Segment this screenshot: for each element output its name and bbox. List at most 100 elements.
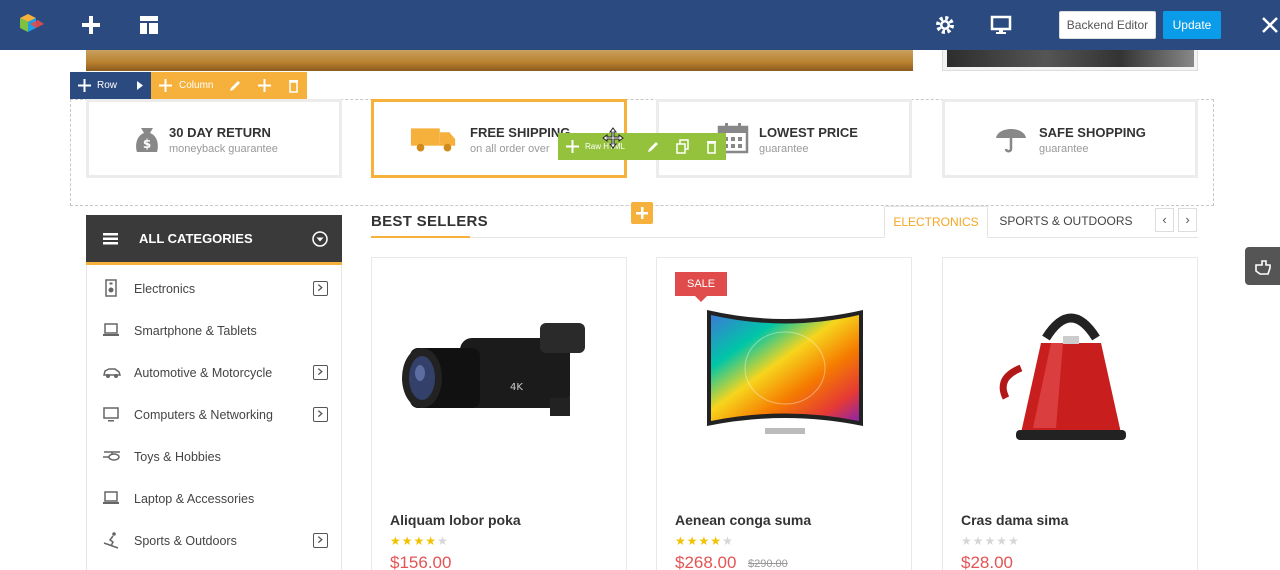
close-icon[interactable] bbox=[1259, 14, 1280, 36]
kettle-image bbox=[999, 313, 1126, 440]
feature-safe-shopping: SAFE SHOPPING guarantee bbox=[942, 99, 1198, 178]
truck-icon bbox=[410, 128, 456, 152]
product-card[interactable]: 4K Aliquam lobor poka ★★★★★ $156.00 bbox=[371, 257, 627, 570]
star-icon: ★ bbox=[698, 534, 711, 548]
category-automotive-motorcycle[interactable]: Automotive & Motorcycle bbox=[87, 351, 341, 393]
edit-pencil-icon[interactable] bbox=[228, 78, 243, 93]
category-label: Toys & Hobbies bbox=[134, 450, 221, 464]
templates-icon[interactable] bbox=[138, 14, 160, 36]
drag-cursor-icon bbox=[602, 127, 624, 149]
move-icon[interactable] bbox=[158, 78, 173, 93]
category-sports-outdoors[interactable]: Sports & Outdoors bbox=[87, 519, 341, 561]
category-label: Smartphone & Tablets bbox=[134, 324, 257, 338]
delete-trash-icon[interactable] bbox=[286, 78, 301, 93]
category-label: Laptop & Accessories bbox=[134, 492, 255, 506]
chevron-right-icon[interactable] bbox=[313, 281, 328, 296]
star-icon: ★ bbox=[1008, 534, 1020, 548]
product-name[interactable]: Aenean conga suma bbox=[675, 512, 811, 528]
product-price: $268.00 bbox=[675, 553, 737, 570]
star-icon: ★ bbox=[425, 534, 438, 548]
row-controls[interactable]: Row bbox=[70, 72, 151, 99]
star-icon: ★ bbox=[984, 534, 997, 548]
editor-toolbar: Backend Editor Update bbox=[0, 0, 1280, 50]
categories-list: Electronics Smartphone & Tablets Automot… bbox=[86, 265, 342, 570]
feature-title: FREE SHIPPING bbox=[470, 125, 571, 140]
umbrella-icon bbox=[996, 129, 1026, 153]
carousel-prev-button[interactable]: ‹ bbox=[1155, 208, 1174, 232]
chevron-right-icon[interactable] bbox=[313, 365, 328, 380]
element-controls[interactable]: Raw HTML bbox=[558, 133, 726, 160]
update-button[interactable]: Update bbox=[1163, 11, 1221, 39]
edit-pencil-icon[interactable] bbox=[646, 139, 661, 154]
star-icon: ★ bbox=[710, 534, 723, 548]
money-bag-icon: $ bbox=[136, 128, 158, 152]
clone-icon[interactable] bbox=[675, 139, 690, 154]
hero-side-banner bbox=[942, 50, 1198, 71]
settings-gear-icon[interactable] bbox=[934, 14, 956, 36]
helicopter-icon bbox=[103, 451, 120, 461]
product-card[interactable]: Cras dama sima ★★★★★ $28.00 bbox=[942, 257, 1198, 570]
hand-pointer-icon bbox=[1255, 260, 1271, 275]
chevron-right-icon[interactable] bbox=[132, 78, 147, 93]
laptop-icon bbox=[103, 323, 119, 336]
product-card[interactable]: SALE Aenean conga suma ★★★★★ $268.00 $29… bbox=[656, 257, 912, 570]
logo-icon[interactable] bbox=[16, 10, 46, 40]
feature-subtitle: on all order over bbox=[470, 143, 550, 155]
star-icon: ★ bbox=[961, 534, 973, 548]
rating-stars: ★★★★★ bbox=[961, 534, 1020, 548]
column-controls[interactable]: Column bbox=[151, 72, 307, 99]
tab-electronics[interactable]: ELECTRONICS bbox=[884, 206, 988, 238]
star-icon: ★ bbox=[437, 534, 449, 548]
category-laptop-accessories[interactable]: Laptop & Accessories bbox=[87, 477, 341, 519]
desktop-view-icon[interactable] bbox=[990, 14, 1012, 36]
add-icon[interactable] bbox=[257, 78, 272, 93]
star-icon: ★ bbox=[686, 534, 699, 548]
menu-icon bbox=[103, 233, 118, 245]
tab-sports-outdoors[interactable]: SPORTS & OUTDOORS bbox=[988, 206, 1144, 238]
delete-trash-icon[interactable] bbox=[704, 139, 719, 154]
laptop-icon bbox=[103, 491, 119, 504]
product-name[interactable]: Cras dama sima bbox=[961, 512, 1068, 528]
chevron-down-icon[interactable] bbox=[312, 231, 328, 247]
best-sellers-title: BEST SELLERS bbox=[371, 213, 488, 230]
speaker-icon bbox=[105, 279, 117, 297]
hero-banner-image bbox=[86, 50, 913, 71]
star-icon: ★ bbox=[996, 534, 1009, 548]
carousel-next-button[interactable]: › bbox=[1178, 208, 1197, 232]
move-icon[interactable] bbox=[77, 78, 92, 93]
original-price: $290.00 bbox=[748, 558, 788, 570]
rating-stars: ★★★★★ bbox=[675, 534, 734, 548]
categories-title: ALL CATEGORIES bbox=[139, 231, 253, 246]
feature-subtitle: moneyback guarantee bbox=[169, 143, 278, 155]
chevron-right-icon[interactable] bbox=[313, 407, 328, 422]
curved-tv-image bbox=[707, 310, 863, 434]
feature-title: SAFE SHOPPING bbox=[1039, 125, 1146, 140]
row-label: Row bbox=[97, 80, 118, 91]
all-categories-header[interactable]: ALL CATEGORIES bbox=[86, 215, 342, 265]
product-name[interactable]: Aliquam lobor poka bbox=[390, 512, 521, 528]
rating-stars: ★★★★★ bbox=[390, 534, 449, 548]
move-icon[interactable] bbox=[565, 139, 580, 154]
chevron-right-icon[interactable] bbox=[313, 533, 328, 548]
category-label: Sports & Outdoors bbox=[134, 534, 237, 548]
category-label: Computers & Networking bbox=[134, 408, 273, 422]
backend-editor-button[interactable]: Backend Editor bbox=[1059, 11, 1156, 39]
category-computers-networking[interactable]: Computers & Networking bbox=[87, 393, 341, 435]
product-price: $28.00 bbox=[961, 553, 1013, 570]
add-row-button[interactable] bbox=[631, 202, 653, 224]
feature-30-day-return: $ 30 DAY RETURN moneyback guarantee bbox=[86, 99, 342, 178]
sale-badge: SALE bbox=[675, 272, 728, 302]
side-panel-toggle[interactable] bbox=[1245, 247, 1280, 285]
feature-subtitle: guarantee bbox=[1039, 143, 1089, 155]
star-icon: ★ bbox=[675, 534, 687, 548]
category-toys-hobbies[interactable]: Toys & Hobbies bbox=[87, 435, 341, 477]
star-icon: ★ bbox=[401, 534, 414, 548]
category-electronics[interactable]: Electronics bbox=[87, 267, 341, 309]
add-element-icon[interactable] bbox=[80, 14, 102, 36]
category-smartphone-tablets[interactable]: Smartphone & Tablets bbox=[87, 309, 341, 351]
page: Backend Editor Update Row Column $ 30 DA… bbox=[0, 0, 1280, 570]
feature-title: 30 DAY RETURN bbox=[169, 125, 271, 140]
category-label: Electronics bbox=[134, 282, 196, 296]
add-icon bbox=[636, 207, 648, 219]
feature-title: LOWEST PRICE bbox=[759, 125, 858, 140]
